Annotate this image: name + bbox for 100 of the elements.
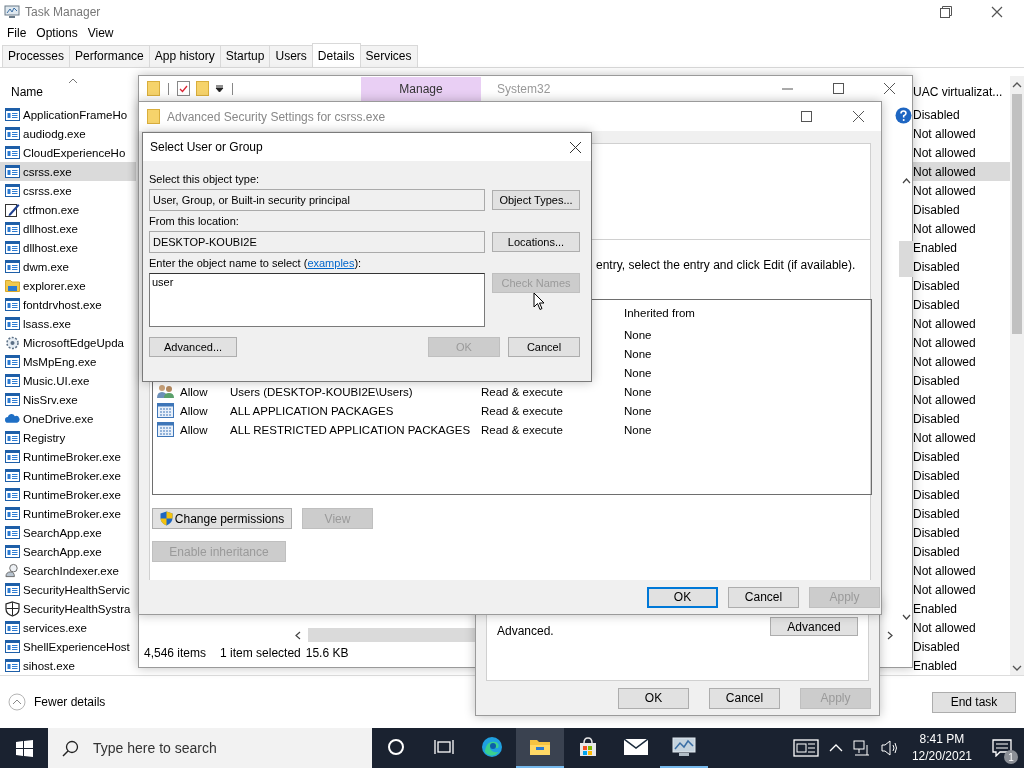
tab[interactable]: Processes [2,45,71,67]
process-name-cell[interactable]: OneDrive.exe [0,409,136,428]
scroll-down-icon[interactable] [902,614,911,620]
tab[interactable]: Services [359,45,418,67]
restore-icon[interactable] [940,5,952,18]
close-icon[interactable] [570,141,581,153]
process-name-cell[interactable]: csrss.exe [0,181,136,200]
checklist-icon[interactable] [177,81,190,96]
object-name-field[interactable]: user [149,273,485,327]
process-name-cell[interactable]: RuntimeBroker.exe [0,447,136,466]
ribbon-tab[interactable]: Manage [361,76,481,101]
process-name-cell[interactable]: SearchApp.exe [0,523,136,542]
scroll-thumb[interactable] [1012,94,1022,334]
menu-item[interactable]: File [2,26,32,40]
scroll-up-icon[interactable] [1012,82,1022,88]
column-header[interactable]: Name [11,85,43,99]
process-name-cell[interactable]: SearchIndexer.exe [0,561,136,580]
table-cell-text: Not allowed [913,391,977,409]
process-name-cell[interactable]: MsMpEng.exe [0,352,136,371]
collapse-icon[interactable] [8,693,26,711]
network-icon[interactable] [852,740,871,756]
process-name-cell[interactable]: explorer.exe [0,276,136,295]
process-name-cell[interactable]: MicrosoftEdgeUpda [0,333,136,352]
search-field[interactable]: Type here to search [48,728,372,768]
process-name-cell[interactable]: Registry [0,428,136,447]
process-name-cell[interactable]: csrss.exe [0,162,136,181]
scroll-down-icon[interactable] [1012,665,1022,671]
dialog-button[interactable]: OK [647,586,718,608]
scroll-up-icon[interactable] [902,178,911,184]
scroll-right-icon[interactable] [887,631,893,640]
table-cell-text: Not allowed [913,220,977,238]
help-icon[interactable] [895,107,912,124]
menu-item[interactable]: View [82,26,119,40]
process-name-cell[interactable]: Music.UI.exe [0,371,136,390]
process-name-cell[interactable]: CloudExperienceHo [0,143,136,162]
folder-icon [529,738,551,756]
table-cell-text: Not allowed [913,334,977,352]
table-cell-text: Disabled [913,201,961,219]
news-icon[interactable] [792,739,819,757]
speaker-icon[interactable] [880,740,899,756]
change-permissions-button[interactable]: Change permissions [152,508,292,529]
column-header[interactable]: Inherited from [624,307,871,319]
scroll-left-icon[interactable] [295,631,301,640]
windows-logo-icon[interactable] [16,739,33,757]
menu-item[interactable]: Options [31,26,83,40]
close-icon[interactable] [991,5,1003,18]
process-name-cell[interactable]: lsass.exe [0,314,136,333]
scrollbar[interactable] [1010,76,1024,675]
process-name-cell[interactable]: ShellExperienceHost [0,637,136,656]
process-name-cell[interactable]: fontdrvhost.exe [0,295,136,314]
table-cell: None [624,404,652,417]
process-name-cell[interactable]: ApplicationFrameHo [0,105,136,124]
process-name-cell[interactable]: ctfmon.exe [0,200,136,219]
fewer-details-link[interactable]: Fewer details [34,695,106,709]
close-icon[interactable] [853,111,864,122]
app-window-icon [5,298,20,311]
column-header[interactable]: UAC virtualizat... [913,85,1010,99]
table-cell: Allow [180,404,208,417]
app-window-icon [5,127,20,140]
maximize-icon[interactable] [833,83,844,94]
process-name-cell[interactable]: SecurityHealthSystra [0,599,136,618]
table-cell-text: Enabled [913,657,959,675]
process-name-cell[interactable]: dwm.exe [0,257,136,276]
process-name-cell[interactable]: dllhost.exe [0,219,136,238]
table-cell-text: Disabled [913,277,961,295]
close-icon[interactable] [884,83,895,94]
scroll-thumb[interactable] [899,241,913,277]
process-name-cell[interactable]: NisSrv.exe [0,390,136,409]
process-name-cell[interactable]: RuntimeBroker.exe [0,504,136,523]
dialog-button[interactable]: Cancel [508,337,580,357]
tab[interactable]: Startup [219,45,271,67]
dialog-button[interactable]: Advanced... [149,337,237,357]
dialog-button[interactable]: Cancel [728,586,799,608]
process-name-cell[interactable]: SearchApp.exe [0,542,136,561]
dropdown-icon[interactable] [215,84,224,93]
clock-time[interactable]: 8:41 PM [919,731,965,748]
chevron-up-icon[interactable] [828,744,843,752]
advanced-button[interactable]: Advanced [770,617,858,636]
note-text: Advanced. [497,624,555,638]
tab[interactable]: Performance [69,45,150,67]
scroll-thumb[interactable] [308,628,478,642]
end-task-button[interactable]: End task [932,691,1016,713]
process-name-cell[interactable]: sihost.exe [0,656,136,675]
tab[interactable]: App history [148,45,221,67]
field-label: Enter the object name to select (examples): [149,257,363,270]
object-types-button[interactable]: Object Types... [492,190,580,210]
locations-button[interactable]: Locations... [492,232,580,252]
maximize-icon[interactable] [801,111,812,122]
process-name-cell[interactable]: RuntimeBroker.exe [0,485,136,504]
process-name-cell[interactable]: RuntimeBroker.exe [0,466,136,485]
tab[interactable]: Users [269,45,313,67]
process-name-cell[interactable]: services.exe [0,618,136,637]
dialog-button[interactable]: OK [618,687,689,709]
process-name-cell[interactable]: audiodg.exe [0,124,136,143]
process-name-cell[interactable]: SecurityHealthServic [0,580,136,599]
clock-date[interactable]: 12/20/2021 [911,748,972,765]
taskbar-button[interactable] [516,728,564,768]
examples-link[interactable]: examples [307,257,355,269]
dialog-button[interactable]: Cancel [709,687,780,709]
process-name-cell[interactable]: dllhost.exe [0,238,136,257]
